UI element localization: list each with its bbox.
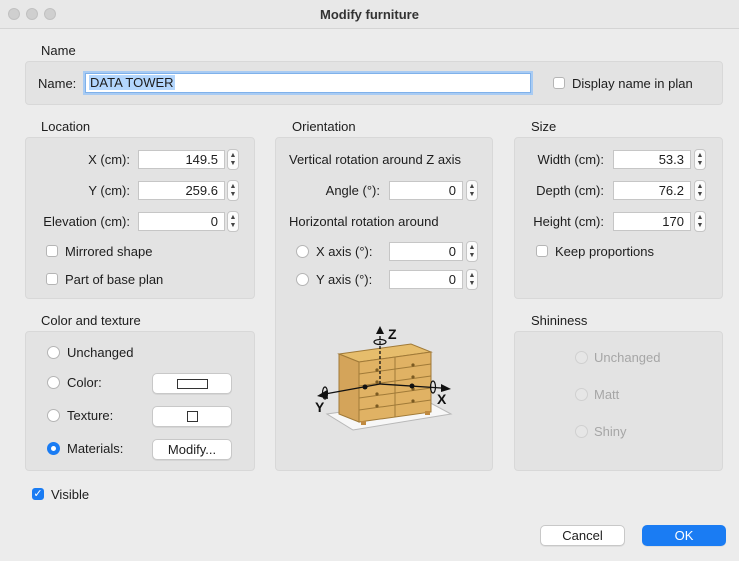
- texture-swatch: [187, 411, 198, 422]
- color-button[interactable]: [152, 373, 232, 394]
- elevation-spinner[interactable]: ▲ ▼: [227, 211, 239, 232]
- height-input[interactable]: 170: [613, 212, 691, 231]
- location-section-title: Location: [41, 119, 91, 134]
- size-section-title: Size: [531, 119, 557, 134]
- cancel-button[interactable]: Cancel: [540, 525, 625, 546]
- color-label: Color:: [67, 375, 102, 390]
- visible-checkbox[interactable]: ✓: [32, 488, 44, 500]
- texture-radio[interactable]: [47, 409, 60, 422]
- x-axis-label: X axis (°):: [316, 244, 373, 259]
- display-name-checkbox[interactable]: [553, 77, 565, 89]
- name-value: DATA TOWER: [89, 75, 175, 90]
- angle-label: Angle (°):: [325, 183, 380, 198]
- window-title: Modify furniture: [320, 7, 419, 22]
- y-axis-input[interactable]: 0: [389, 270, 463, 289]
- y-axis-radio[interactable]: [296, 273, 309, 286]
- color-swatch: [177, 379, 208, 389]
- keep-proportions-label: Keep proportions: [555, 244, 655, 259]
- color-radio[interactable]: [47, 376, 60, 389]
- depth-label: Depth (cm):: [536, 183, 604, 198]
- x-axis-radio[interactable]: [296, 245, 309, 258]
- elevation-label: Elevation (cm):: [43, 214, 130, 229]
- y-axis-label: Y axis (°):: [316, 272, 373, 287]
- height-label: Height (cm):: [533, 214, 604, 229]
- base-plan-label: Part of base plan: [65, 272, 164, 287]
- y-label: Y (cm):: [88, 183, 130, 198]
- height-spinner[interactable]: ▲ ▼: [694, 211, 706, 232]
- orientation-section-title: Orientation: [292, 119, 356, 134]
- ok-button[interactable]: OK: [642, 525, 726, 546]
- matt-label: Matt: [594, 387, 620, 402]
- y-axis-spinner[interactable]: ▲ ▼: [466, 269, 478, 290]
- x-label: X (cm):: [88, 152, 130, 167]
- elevation-input[interactable]: 0: [138, 212, 225, 231]
- width-label: Width (cm):: [537, 152, 604, 167]
- y-spinner[interactable]: ▲ ▼: [227, 180, 239, 201]
- depth-input[interactable]: 76.2: [613, 181, 691, 200]
- vertical-rotation-label: Vertical rotation around Z axis: [289, 152, 461, 167]
- name-section-title: Name: [41, 43, 76, 58]
- keep-proportions-checkbox[interactable]: [536, 245, 548, 257]
- mirrored-checkbox[interactable]: [46, 245, 58, 257]
- texture-label: Texture:: [67, 408, 114, 423]
- matt-radio[interactable]: [575, 388, 588, 401]
- x-axis-diagram-label: X: [437, 391, 447, 407]
- modify-materials-button[interactable]: Modify...: [152, 439, 232, 460]
- x-axis-spinner[interactable]: ▲ ▼: [466, 241, 478, 262]
- angle-input[interactable]: 0: [389, 181, 463, 200]
- horizontal-rotation-label: Horizontal rotation around: [289, 214, 439, 229]
- shininess-unchanged-label: Unchanged: [594, 350, 661, 365]
- base-plan-checkbox[interactable]: [46, 273, 58, 285]
- z-axis-arrow: [376, 326, 384, 334]
- materials-label: Materials:: [67, 441, 124, 456]
- unchanged-label: Unchanged: [67, 345, 134, 360]
- shiny-label: Shiny: [594, 424, 627, 439]
- furniture-rotation-diagram: Z X Y: [315, 326, 453, 431]
- x-axis-input[interactable]: 0: [389, 242, 463, 261]
- width-input[interactable]: 53.3: [613, 150, 691, 169]
- display-name-label: Display name in plan: [572, 76, 693, 91]
- color-texture-section-title: Color and texture: [41, 313, 141, 328]
- shininess-unchanged-radio[interactable]: [575, 351, 588, 364]
- x-spinner[interactable]: ▲ ▼: [227, 149, 239, 170]
- unchanged-radio[interactable]: [47, 346, 60, 359]
- materials-radio[interactable]: [47, 442, 60, 455]
- y-axis-diagram-label: Y: [315, 399, 325, 415]
- name-input[interactable]: DATA TOWER: [85, 73, 531, 93]
- angle-spinner[interactable]: ▲ ▼: [466, 180, 478, 201]
- texture-button[interactable]: [152, 406, 232, 427]
- x-input[interactable]: 149.5: [138, 150, 225, 169]
- y-input[interactable]: 259.6: [138, 181, 225, 200]
- name-label: Name:: [38, 76, 77, 91]
- z-axis-label: Z: [388, 326, 397, 342]
- width-spinner[interactable]: ▲ ▼: [694, 149, 706, 170]
- shiny-radio[interactable]: [575, 425, 588, 438]
- mirrored-label: Mirrored shape: [65, 244, 153, 259]
- shininess-section-title: Shininess: [531, 313, 588, 328]
- visible-label: Visible: [51, 487, 90, 502]
- depth-spinner[interactable]: ▲ ▼: [694, 180, 706, 201]
